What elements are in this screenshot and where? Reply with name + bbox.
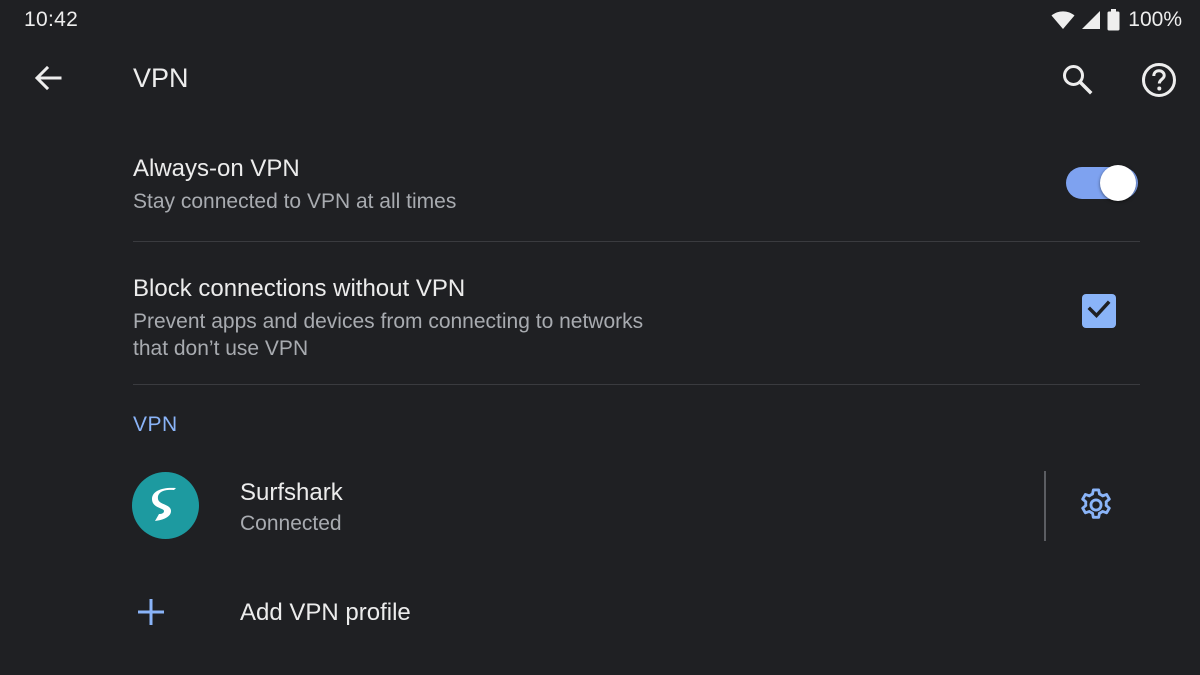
status-time: 10:42: [24, 8, 79, 31]
add-vpn-profile-label: Add VPN profile: [240, 599, 411, 626]
block-connections-subtitle-line1: Prevent apps and devices from connecting…: [133, 310, 644, 333]
always-on-vpn-title: Always-on VPN: [133, 155, 300, 182]
surfshark-logo-icon: [132, 472, 199, 539]
battery-icon: [1107, 9, 1120, 31]
search-icon: [1061, 63, 1093, 100]
vertical-divider: [1044, 471, 1046, 541]
vpn-settings-screen: 10:42 100% VPN Always-on VPN Stay connec…: [0, 0, 1200, 675]
help-icon: [1141, 62, 1177, 103]
block-connections-title: Block connections without VPN: [133, 275, 466, 302]
wifi-icon: [1051, 10, 1075, 30]
vpn-item-status: Connected: [240, 512, 342, 535]
toggle-thumb: [1100, 165, 1136, 201]
vpn-item-name: Surfshark: [240, 479, 343, 506]
page-title: VPN: [133, 63, 189, 93]
vpn-section-header: VPN: [133, 413, 178, 436]
surfshark-settings-button[interactable]: [1073, 484, 1119, 530]
divider: [133, 384, 1140, 385]
search-button[interactable]: [1056, 60, 1098, 102]
status-icons: 100%: [1051, 8, 1182, 32]
checkmark-icon: [1087, 299, 1111, 324]
back-arrow-icon: [33, 63, 63, 98]
battery-percent: 100%: [1128, 8, 1182, 31]
cell-signal-icon: [1081, 10, 1101, 30]
gear-icon: [1077, 486, 1115, 529]
always-on-vpn-toggle[interactable]: [1066, 165, 1140, 201]
back-button[interactable]: [28, 60, 68, 100]
always-on-vpn-row[interactable]: [120, 140, 1160, 230]
help-button[interactable]: [1137, 60, 1181, 104]
block-connections-subtitle-line2: that don’t use VPN: [133, 337, 309, 360]
always-on-vpn-subtitle: Stay connected to VPN at all times: [133, 190, 457, 213]
block-connections-checkbox[interactable]: [1082, 294, 1116, 328]
plus-icon: [134, 595, 168, 629]
divider: [133, 241, 1140, 242]
